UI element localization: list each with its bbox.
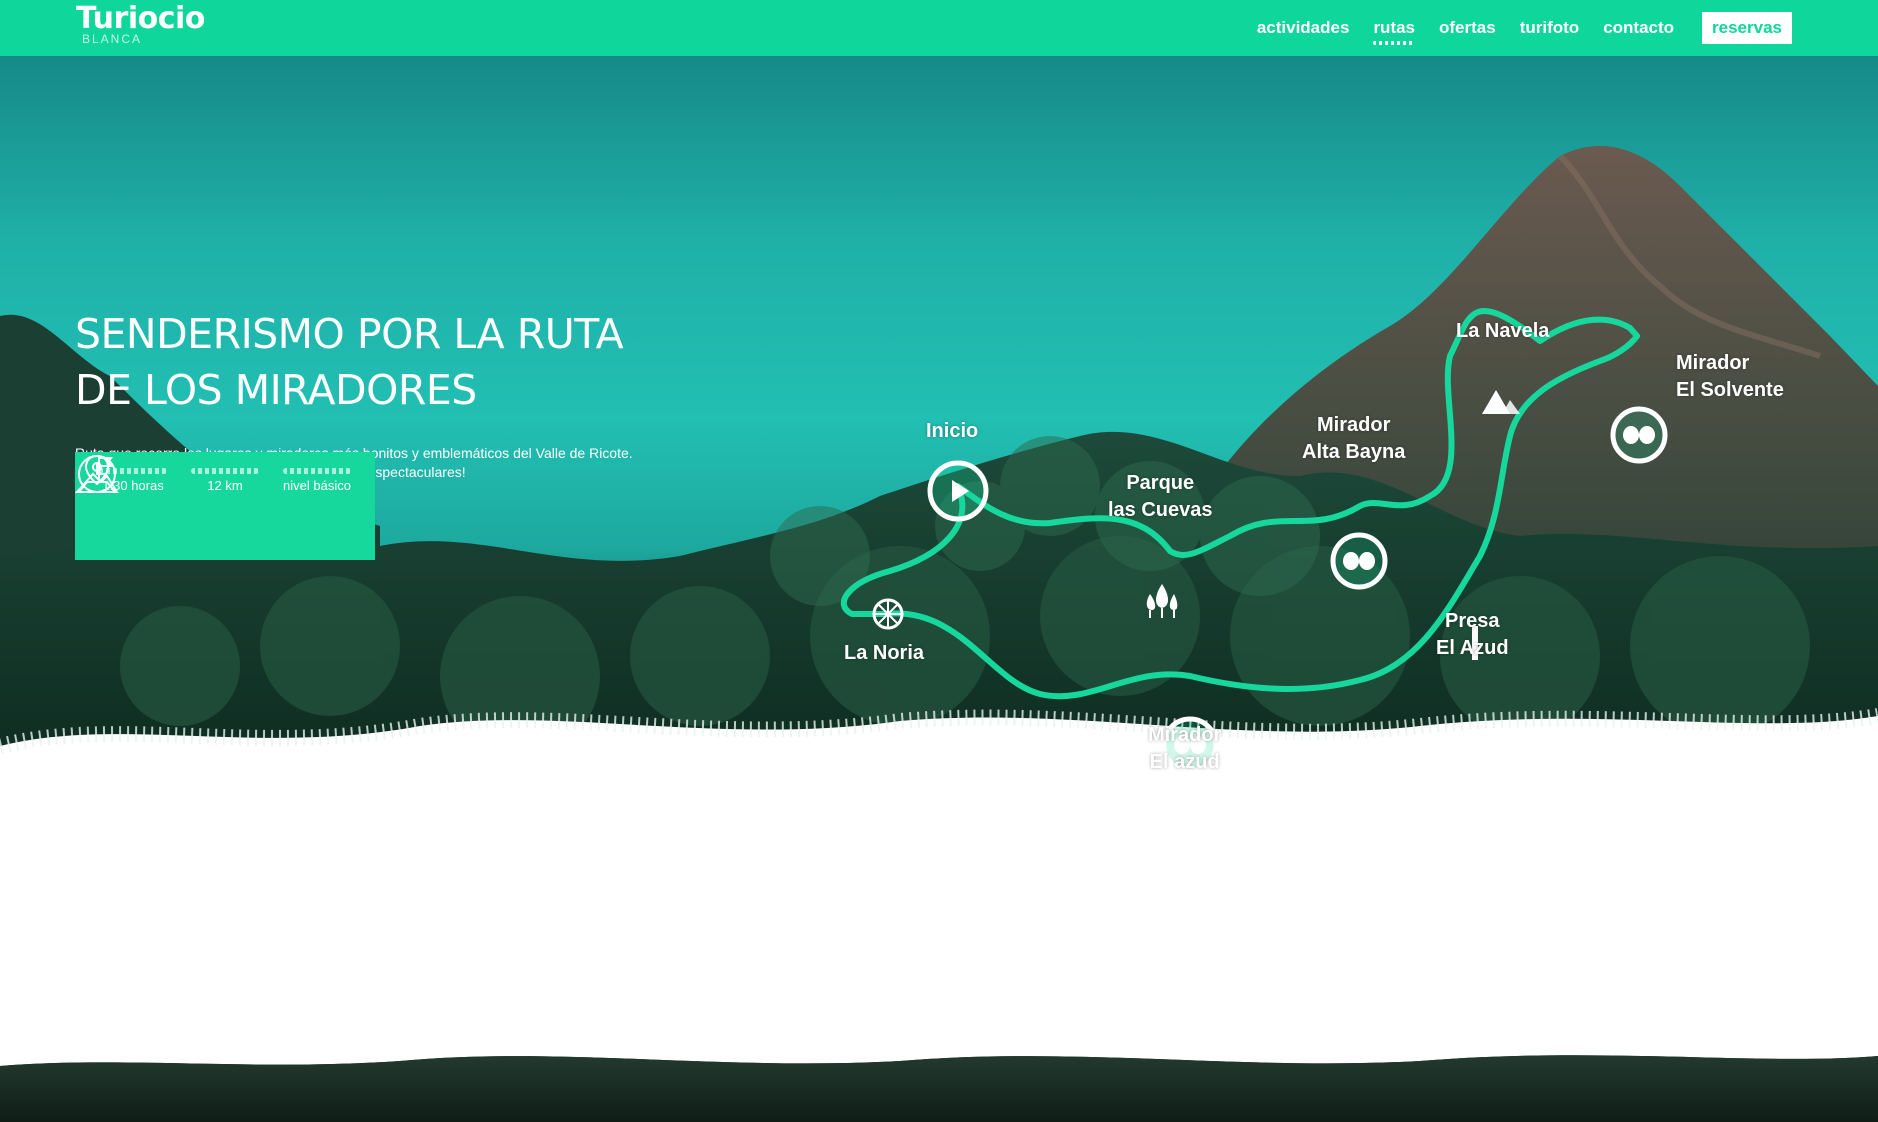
- nav-item-rutas[interactable]: rutas: [1373, 18, 1415, 45]
- brand-logo[interactable]: Turiocio BLANCA: [76, 1, 205, 47]
- hero-title-line2: DE LOS MIRADORES: [75, 366, 477, 414]
- nav-item-ofertas[interactable]: ofertas: [1439, 18, 1496, 38]
- hero-title: SENDERISMO POR LA RUTA DE LOS MIRADORES: [75, 306, 675, 418]
- nav-item-contacto[interactable]: contacto: [1603, 18, 1674, 38]
- stat-label: nivel básico: [283, 478, 351, 493]
- mountain-flag-icon: [75, 457, 119, 493]
- mountain-icon[interactable]: [1480, 386, 1526, 416]
- hero-background: [0, 146, 1878, 1122]
- stop-label-inicio: Inicio: [926, 420, 979, 442]
- stop-label-noria: La Noria: [844, 642, 925, 664]
- main-nav: actividades rutas ofertas turifoto conta…: [1233, 0, 1792, 56]
- stat-level: nivel básico: [75, 457, 357, 560]
- binoculars-icon[interactable]: [1606, 402, 1672, 468]
- brand-name: Turiocio: [76, 1, 205, 36]
- stop-label-azud: Mirador El azud: [1148, 724, 1222, 773]
- nav-item-actividades[interactable]: actividades: [1257, 18, 1350, 38]
- nav-item-turifoto[interactable]: turifoto: [1520, 18, 1579, 38]
- stop-label-navela: La Navela: [1456, 320, 1550, 342]
- stop-label-solvente: Mirador El Solvente: [1676, 352, 1784, 401]
- route-stats: 1:30 horas 12 km nivel básico: [75, 452, 375, 560]
- hero-section: SENDERISMO POR LA RUTA DE LOS MIRADORES …: [0, 56, 1878, 1122]
- play-icon[interactable]: [925, 458, 991, 524]
- hero-title-line1: SENDERISMO POR LA RUTA: [75, 310, 624, 358]
- reservas-button[interactable]: reservas: [1702, 12, 1792, 44]
- stop-label-cuevas: Parque las Cuevas: [1108, 472, 1213, 521]
- wave-divider: [191, 468, 259, 474]
- stop-label-altabayna: Mirador Alta Bayna: [1302, 414, 1406, 463]
- stat-distance: 12 km: [76, 454, 265, 560]
- stat-label: 12 km: [207, 478, 243, 493]
- top-navbar: Turiocio BLANCA actividades rutas oferta…: [0, 0, 1878, 56]
- wheel-icon[interactable]: [868, 594, 908, 634]
- wave-divider: [283, 468, 351, 474]
- stop-label-presa: Presa El Azud: [1436, 610, 1509, 659]
- trees-icon[interactable]: [1142, 580, 1182, 620]
- brand-subtitle: BLANCA: [82, 32, 143, 46]
- binoculars-icon[interactable]: [1326, 528, 1392, 594]
